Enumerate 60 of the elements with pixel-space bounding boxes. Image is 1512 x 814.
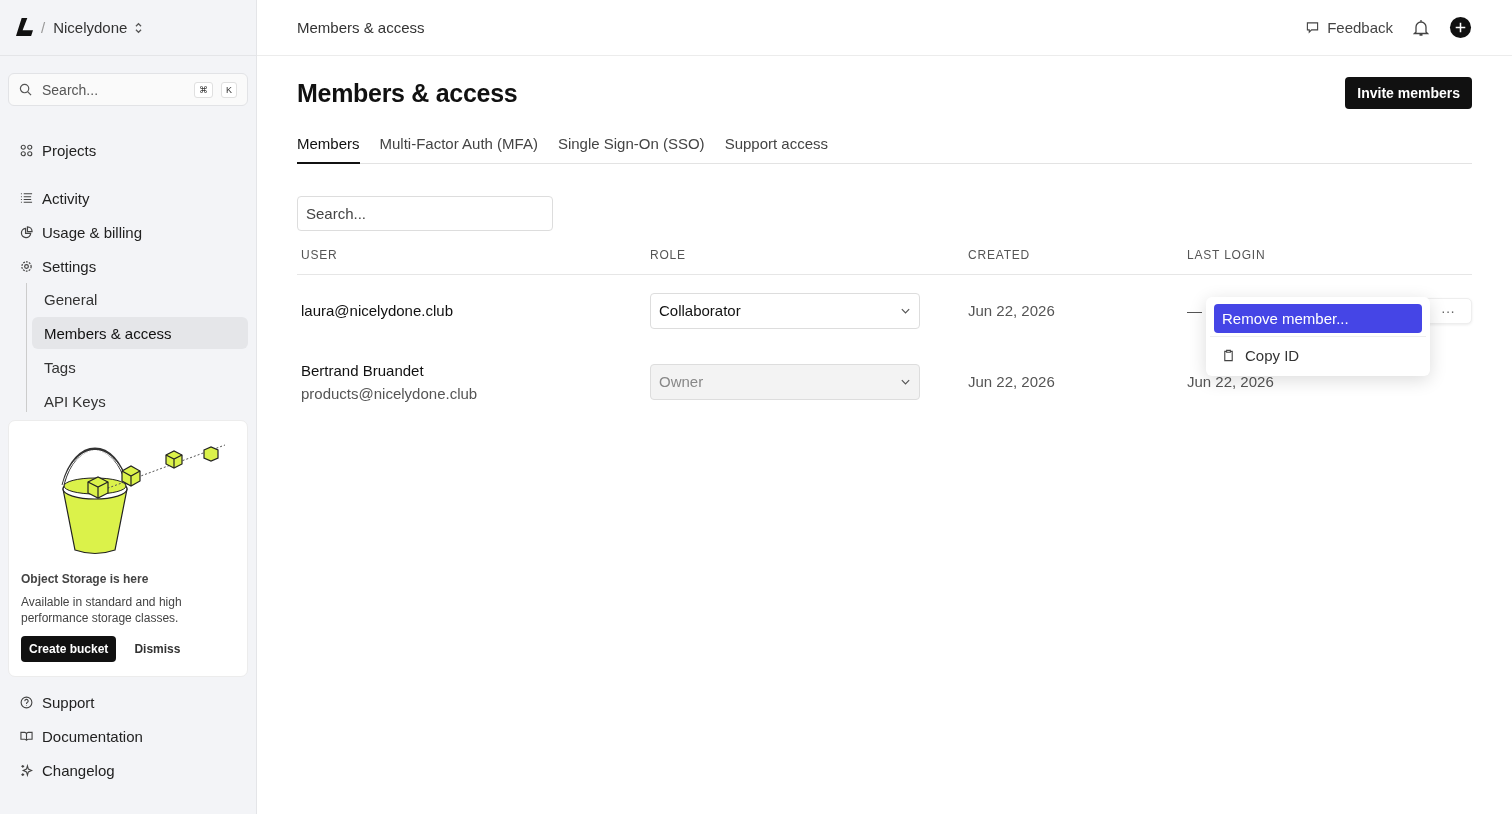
grid-icon <box>20 143 33 157</box>
nav-item[interactable]: Support <box>0 685 256 719</box>
column-header: LAST LOGIN <box>1187 248 1267 262</box>
nav-item[interactable]: Documentation <box>0 719 256 753</box>
tab[interactable]: Multi-Factor Auth (MFA) <box>379 135 538 164</box>
logo-icon <box>16 18 33 37</box>
nav-subitem[interactable]: General <box>32 283 248 315</box>
nav-item[interactable]: Activity <box>0 181 256 215</box>
role-dropdown[interactable]: Collaborator <box>650 292 920 329</box>
tab[interactable]: Single Sign-On (SSO) <box>557 135 705 164</box>
search-input[interactable]: Search... <box>40 80 186 99</box>
settings-icon <box>20 259 33 273</box>
notification-bell-icon[interactable] <box>1413 18 1429 37</box>
add-button-icon[interactable] <box>1449 16 1472 39</box>
caret-icon <box>900 306 911 315</box>
shortcut-key: ⌘ <box>194 81 213 98</box>
table-cell-text: laura@nicelydone.club <box>301 302 454 319</box>
search-field[interactable]: Search... <box>297 196 553 231</box>
menu-item[interactable]: Remove member... <box>1214 304 1422 333</box>
shortcut-key: K <box>221 81 237 98</box>
table-cell: — <box>1187 302 1202 319</box>
tab[interactable]: Support access <box>724 135 828 164</box>
table-cell: Jun 22, 2026 <box>1187 373 1274 390</box>
table-cell-text: Bertrand Bruandet <box>301 361 425 379</box>
pie-chart-icon <box>20 225 33 239</box>
clipboard-icon <box>1222 349 1235 362</box>
create-bucket-button[interactable]: Create bucket <box>21 636 117 662</box>
chevron-up-down-icon <box>134 21 144 34</box>
column-header: CREATED <box>968 248 1032 262</box>
nav-subitem[interactable]: API Keys <box>32 385 248 412</box>
column-header: ROLE <box>650 248 687 262</box>
feedback-button[interactable]: Feedback <box>1306 19 1393 36</box>
nav-item[interactable]: Projects <box>0 133 256 167</box>
search-icon <box>19 83 32 96</box>
list-icon <box>20 191 33 205</box>
help-icon <box>20 695 33 709</box>
caret-icon <box>900 377 911 386</box>
table-cell-text: products@nicelydone.club <box>301 384 479 402</box>
nav-subitem[interactable]: Members & access <box>32 317 248 349</box>
page-breadcrumb: Members & access <box>297 19 425 36</box>
table-cell-text: Jun 22, 2026 <box>968 302 1056 319</box>
speech-bubble-icon <box>1306 21 1320 34</box>
promo-text: Available in standard and high performance storage classes. <box>21 594 183 626</box>
invite-members-button[interactable]: Invite members <box>1345 77 1472 109</box>
column-header: USER <box>301 248 339 262</box>
page-title: Members & access <box>297 78 518 108</box>
nav-item[interactable]: Settings <box>0 249 256 283</box>
book-icon <box>20 729 33 743</box>
search-bar[interactable]: Search... ⌘ K <box>8 73 248 106</box>
menu-item[interactable]: Copy ID <box>1214 341 1422 370</box>
breadcrumb-separator: / <box>41 19 46 36</box>
tab[interactable]: Members <box>297 135 360 164</box>
nav-subitem[interactable]: Tags <box>32 351 248 383</box>
sparkle-icon <box>20 763 33 777</box>
nav-item[interactable]: Usage & billing <box>0 215 256 249</box>
promo-title: Object Storage is here <box>21 572 150 586</box>
nav-item[interactable]: Changelog <box>0 753 256 787</box>
dismiss-button[interactable]: Dismiss <box>134 642 181 656</box>
workspace-switcher[interactable]: Nicelydone <box>53 19 144 36</box>
table-cell-text: Jun 22, 2026 <box>968 373 1056 390</box>
